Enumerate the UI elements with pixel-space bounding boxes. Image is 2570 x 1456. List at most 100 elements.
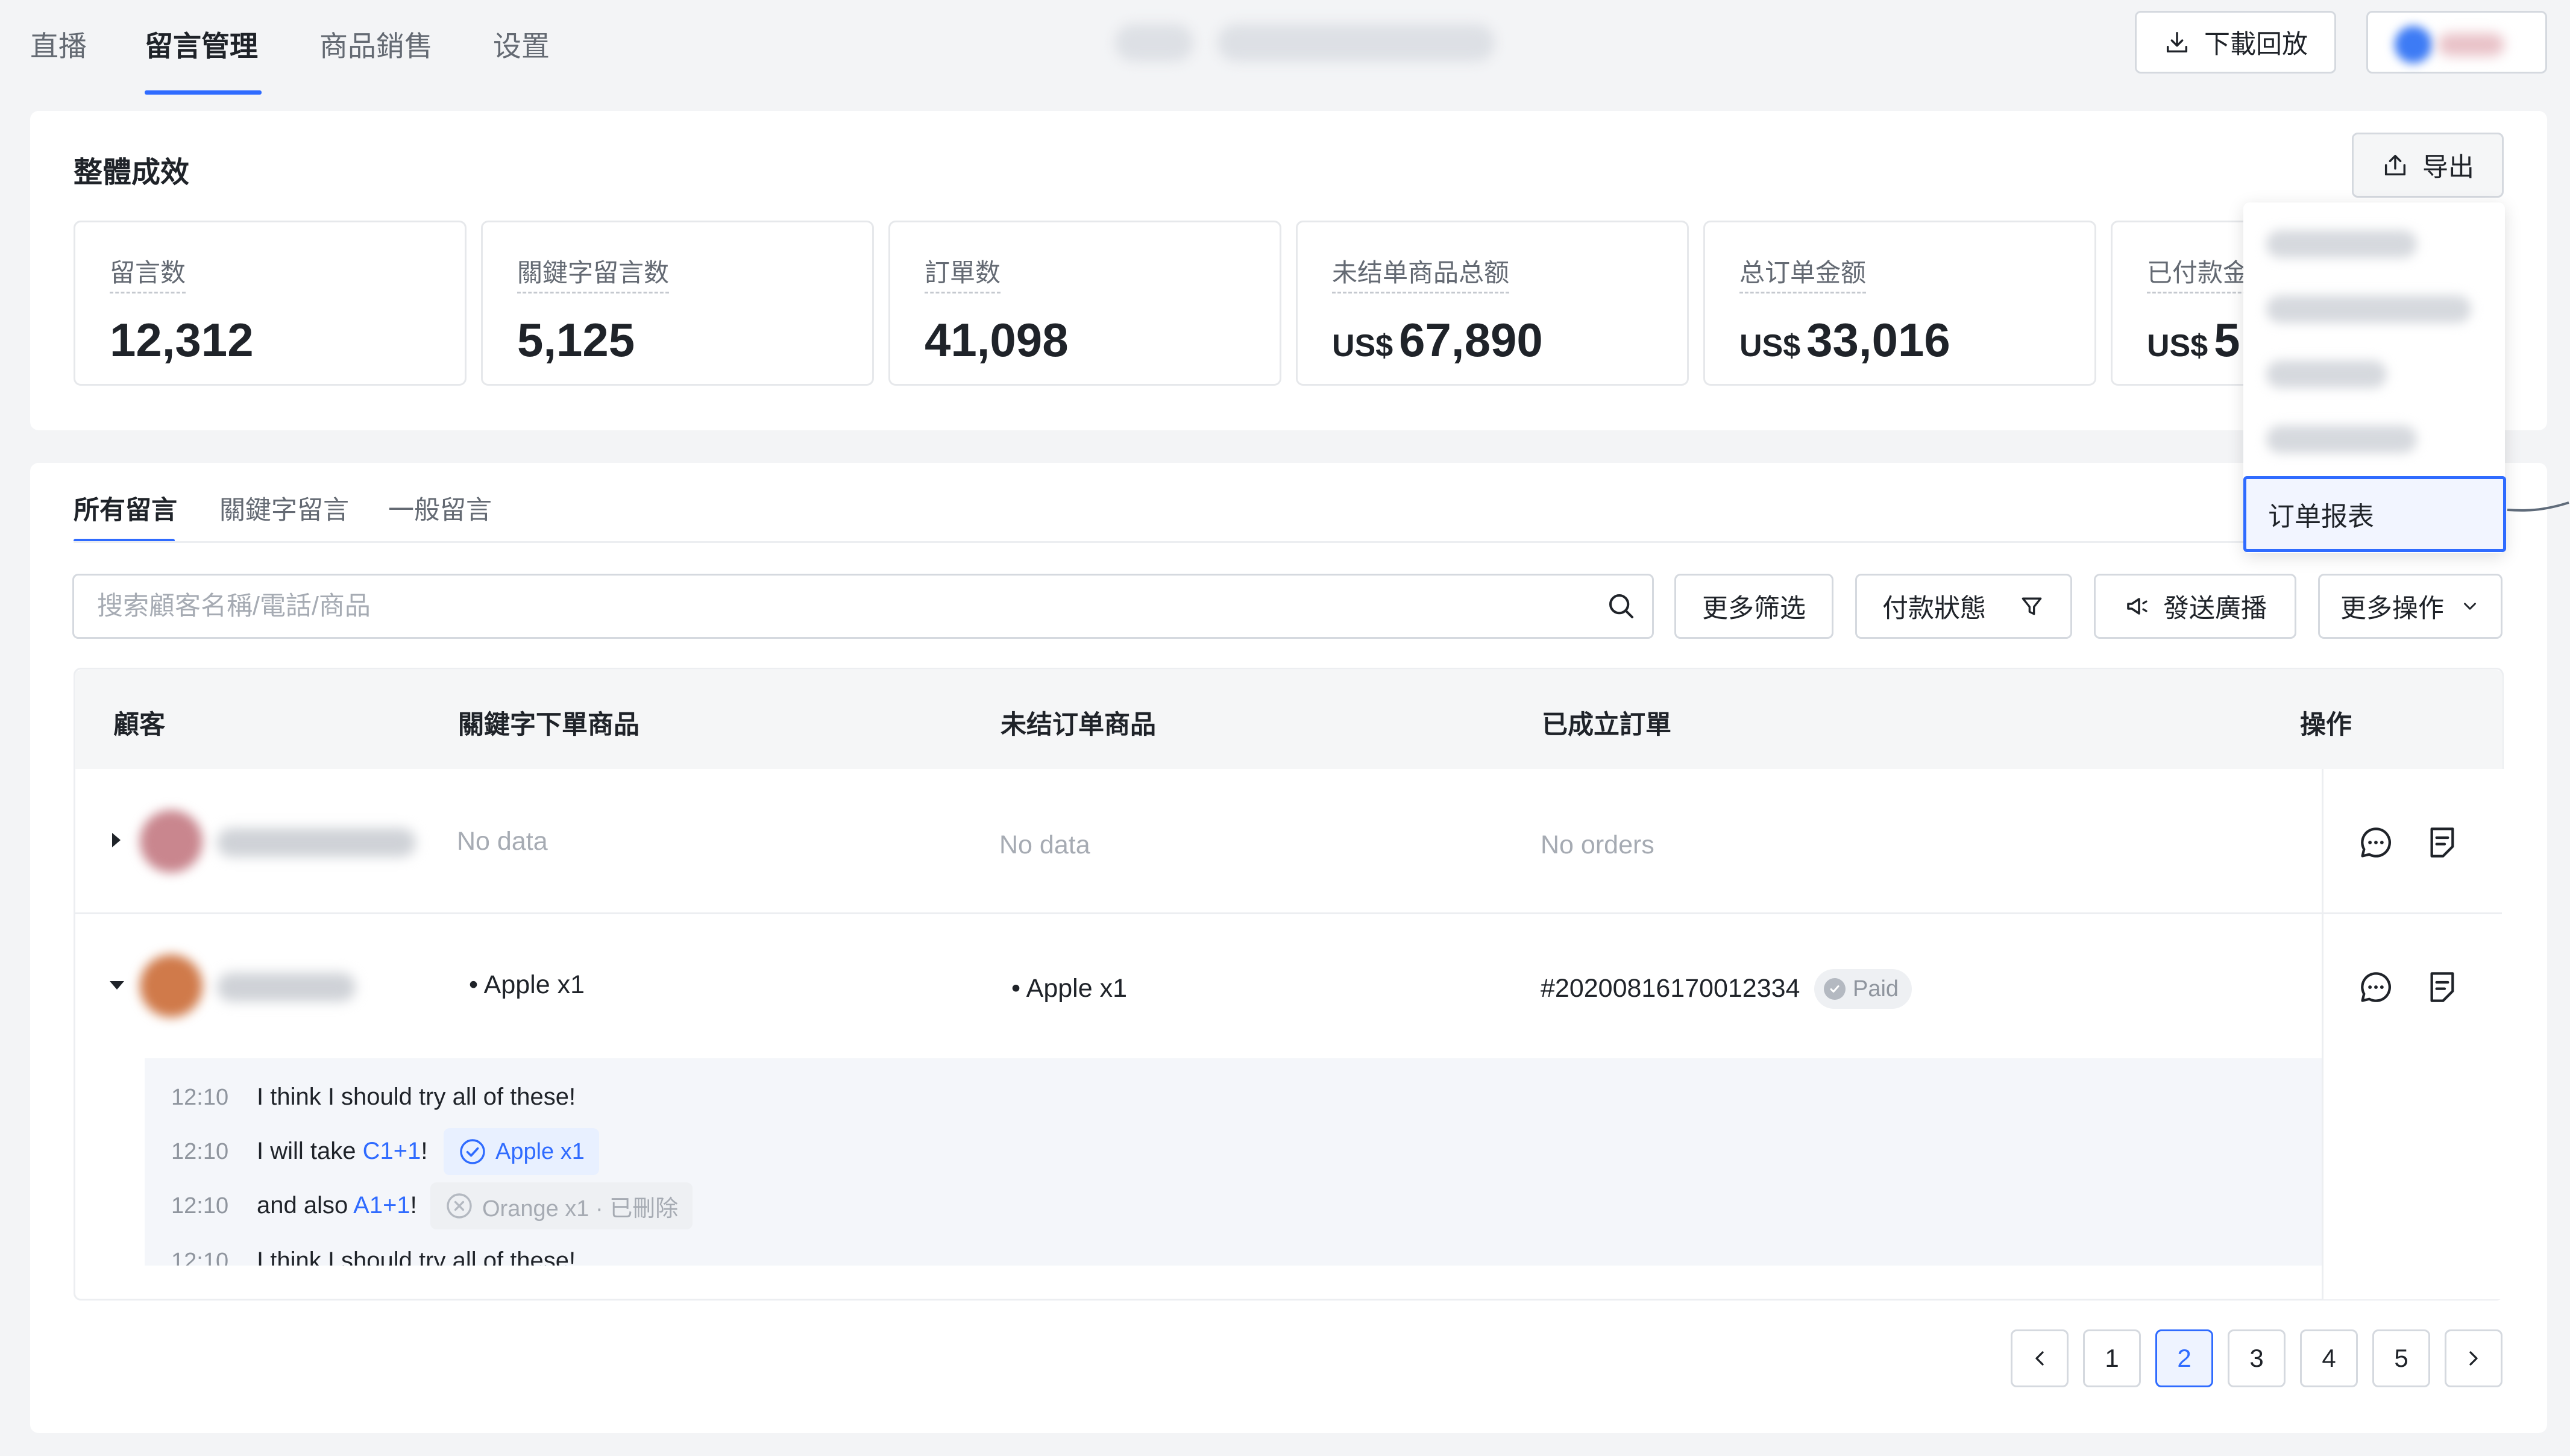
more-filter-button[interactable]: 更多筛选 xyxy=(1674,574,1833,639)
table-header xyxy=(75,670,2502,769)
active-tab-indicator xyxy=(145,90,262,95)
search-icon[interactable] xyxy=(1605,590,1638,623)
status-badge: Paid xyxy=(1814,969,1912,1009)
more-actions-button[interactable]: 更多操作 xyxy=(2318,574,2502,639)
blurred-menu-item[interactable] xyxy=(2266,360,2387,388)
column-header-orders: 已成立訂單 xyxy=(1542,711,1671,739)
keyword-item-label: Apple x1 xyxy=(483,970,585,999)
message-time: 12:10 xyxy=(171,1193,229,1219)
next-page-button[interactable] xyxy=(2445,1329,2502,1387)
stat-value: US$ 5 xyxy=(2147,313,2240,368)
stat-card-paid-amount: 已付款金额 US$5 xyxy=(2111,221,2243,386)
stat-number: 41,098 xyxy=(925,313,1069,366)
chevron-down-icon xyxy=(2464,603,2476,610)
check-icon xyxy=(1824,978,1846,1000)
tab-keyword-comments[interactable]: 關鍵字留言 xyxy=(219,489,349,527)
account-menu-button[interactable] xyxy=(2366,11,2547,74)
blurred-menu-item[interactable] xyxy=(2266,425,2417,453)
download-icon xyxy=(2166,31,2188,53)
message-text-part: I will take xyxy=(257,1138,363,1164)
avatar xyxy=(140,955,203,1017)
page-button[interactable]: 3 xyxy=(2228,1329,2286,1387)
tab-settings[interactable]: 设置 xyxy=(493,23,550,64)
tab-general-comments[interactable]: 一般留言 xyxy=(388,489,492,527)
prev-page-button[interactable] xyxy=(2011,1329,2069,1387)
keyword-items-empty: No data xyxy=(457,827,548,856)
export-menu-item-order-report[interactable]: 订单报表 xyxy=(2243,476,2506,552)
page-button[interactable]: 1 xyxy=(2083,1329,2141,1387)
open-item-label: Apple x1 xyxy=(1026,974,1127,1003)
blurred-customer-name xyxy=(217,973,356,1002)
more-filter-label: 更多筛选 xyxy=(1702,594,1806,623)
stat-value: US$ 33,016 xyxy=(1739,313,1950,368)
chat-bubble-icon[interactable] xyxy=(2357,823,2395,862)
send-broadcast-button[interactable]: 發送廣播 xyxy=(2094,574,2296,639)
stat-value: US$ 67,890 xyxy=(1332,313,1543,368)
download-replay-label: 下載回放 xyxy=(2204,30,2308,59)
status-badge-label: Paid xyxy=(1853,976,1899,1002)
payment-status-filter-button[interactable]: 付款狀態 xyxy=(1855,574,2072,639)
order-id[interactable]: #20200816170012334 xyxy=(1541,974,1800,1003)
avatar xyxy=(140,810,203,873)
page-button[interactable]: 5 xyxy=(2372,1329,2430,1387)
download-replay-button[interactable]: 下載回放 xyxy=(2135,11,2336,74)
stat-label: 關鍵字留言数 xyxy=(517,253,670,293)
stat-number: 67,890 xyxy=(1399,313,1543,366)
message-text: and also A1+1! xyxy=(257,1192,417,1219)
stat-label: 未结单商品总额 xyxy=(1332,253,1510,293)
stat-currency: US$ xyxy=(2147,328,2208,363)
payment-status-label: 付款狀態 xyxy=(1882,594,1986,623)
stat-number: 5,125 xyxy=(517,313,635,366)
column-header-open-items: 未结订单商品 xyxy=(1001,711,1156,739)
deleted-item-label: Orange x1 · 已刪除 xyxy=(482,1196,679,1222)
deleted-item-tag: Orange x1 · 已刪除 xyxy=(430,1182,693,1229)
stat-number: 5 xyxy=(2214,313,2240,366)
close-circle-icon xyxy=(447,1193,472,1219)
tab-live[interactable]: 直播 xyxy=(30,23,87,64)
row-divider xyxy=(75,912,2322,914)
caret-down-icon[interactable] xyxy=(110,981,124,990)
note-icon[interactable] xyxy=(2423,968,2462,1006)
tab-comment-management[interactable]: 留言管理 xyxy=(145,23,258,64)
matched-item-label: Apple x1 xyxy=(495,1138,585,1164)
message-text: I think I should try all of these! xyxy=(257,1084,576,1110)
megaphone-icon xyxy=(2127,598,2147,615)
check-circle-icon xyxy=(460,1139,485,1164)
stat-number: 33,016 xyxy=(1806,313,1950,366)
tab-product-sales[interactable]: 商品銷售 xyxy=(319,23,433,64)
matched-item-tag: Apple x1 xyxy=(444,1128,599,1175)
chat-bubble-icon[interactable] xyxy=(2357,968,2395,1006)
blurred-menu-item[interactable] xyxy=(2266,230,2417,258)
stat-value: 41,098 xyxy=(925,313,1069,368)
stat-card-keyword-comments: 關鍵字留言数 5,125 xyxy=(481,221,874,386)
column-header-customer: 顧客 xyxy=(113,711,165,739)
search-input[interactable] xyxy=(74,576,1605,637)
bullet: • xyxy=(469,970,484,999)
summary-title: 整體成效 xyxy=(74,157,190,189)
stat-currency: US$ xyxy=(1332,328,1393,363)
stat-number: 12,312 xyxy=(110,313,254,366)
bullet: • xyxy=(1011,974,1026,1003)
message-keyword: A1+1 xyxy=(353,1192,410,1219)
message-text: I will take C1+1! xyxy=(257,1138,427,1165)
subtab-divider xyxy=(74,541,2502,543)
stat-label: 总订单金额 xyxy=(1739,253,1867,293)
column-header-actions: 操作 xyxy=(2300,711,2352,739)
row-divider xyxy=(2323,912,2502,914)
export-icon xyxy=(2384,154,2406,176)
page-button[interactable]: 4 xyxy=(2300,1329,2358,1387)
tab-all-comments[interactable]: 所有留言 xyxy=(74,489,177,527)
blurred-menu-item[interactable] xyxy=(2266,295,2471,323)
page-button-current[interactable]: 2 xyxy=(2155,1329,2213,1387)
stat-value: 5,125 xyxy=(517,313,635,368)
message-text: I think I should try all of these! xyxy=(257,1247,576,1266)
caret-right-icon[interactable] xyxy=(112,833,121,847)
export-button[interactable]: 导出 xyxy=(2352,133,2504,198)
message-text-part: ! xyxy=(421,1138,428,1164)
orders-empty: No orders xyxy=(1541,830,1654,859)
open-items-empty: No data xyxy=(999,830,1090,859)
message-time: 12:10 xyxy=(171,1249,229,1266)
send-broadcast-label: 發送廣播 xyxy=(2163,594,2267,623)
note-icon[interactable] xyxy=(2423,823,2462,862)
filter-icon xyxy=(2022,597,2042,615)
